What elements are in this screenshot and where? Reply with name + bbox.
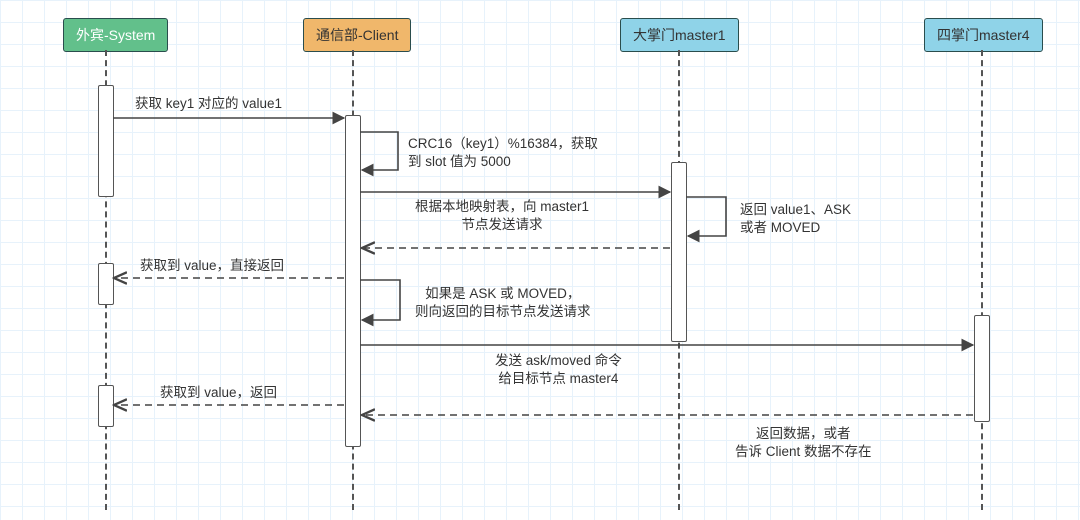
msg-master4-return: 返回数据，或者 告诉 Client 数据不存在 [735, 425, 872, 461]
msg-ask-moved: 如果是 ASK 或 MOVED， 则向返回的目标节点发送请求 [415, 285, 591, 321]
msg-ask-moved-l2: 则向返回的目标节点发送请求 [415, 304, 591, 319]
msg-master1-return: 返回 value1、ASK 或者 MOVED [740, 201, 851, 237]
msg-send-master1: 根据本地映射表，向 master1 节点发送请求 [415, 198, 589, 234]
activation-master4 [974, 315, 990, 422]
participant-client: 通信部-Client [303, 18, 411, 52]
activation-system-3 [98, 385, 114, 427]
msg-ask-moved-l1: 如果是 ASK 或 MOVED， [425, 286, 580, 301]
msg-send-master1-l2: 节点发送请求 [462, 217, 543, 232]
participant-master1: 大掌门master1 [620, 18, 739, 52]
msg-master1-return-l2: 或者 MOVED [740, 220, 820, 235]
msg-master4-return-l2: 告诉 Client 数据不存在 [735, 444, 872, 459]
msg-crc16-l2: 到 slot 值为 5000 [408, 154, 511, 169]
activation-master1 [671, 162, 687, 342]
msg-send-master4-l2: 给目标节点 master4 [498, 371, 618, 386]
participant-master4: 四掌门master4 [924, 18, 1043, 52]
msg-got-value-2: 获取到 value，返回 [160, 384, 277, 402]
activation-client [345, 115, 361, 447]
msg-master1-return-l1: 返回 value1、ASK [740, 202, 851, 217]
msg-send-master4: 发送 ask/moved 命令 给目标节点 master4 [495, 352, 622, 388]
activation-system-1 [98, 85, 114, 197]
msg-crc16: CRC16（key1）%16384，获取 到 slot 值为 5000 [408, 135, 598, 171]
msg-send-master1-l1: 根据本地映射表，向 master1 [415, 199, 589, 214]
msg-crc16-l1: CRC16（key1）%16384，获取 [408, 136, 598, 151]
activation-system-2 [98, 263, 114, 305]
msg-master4-return-l1: 返回数据，或者 [756, 426, 851, 441]
msg-got-value-1: 获取到 value，直接返回 [140, 257, 284, 275]
participant-system: 外宾-System [63, 18, 168, 52]
lifeline-master4 [981, 50, 983, 510]
msg-get-key1: 获取 key1 对应的 value1 [135, 95, 282, 113]
msg-send-master4-l1: 发送 ask/moved 命令 [495, 353, 622, 368]
